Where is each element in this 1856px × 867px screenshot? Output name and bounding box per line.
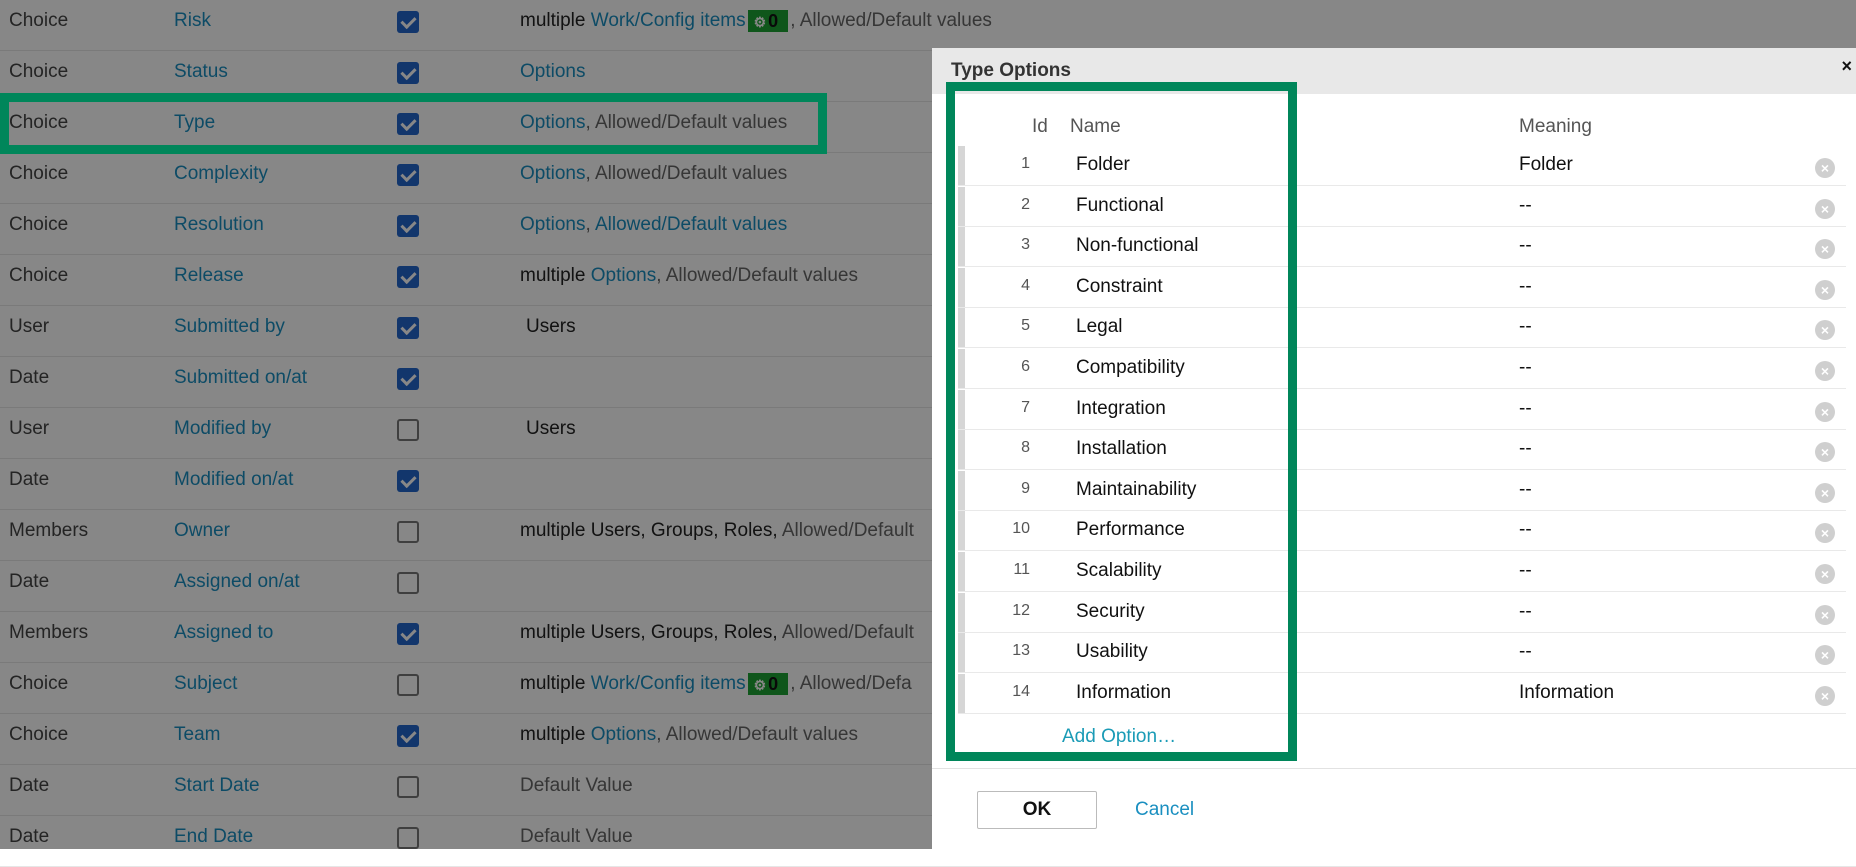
option-meaning[interactable]: -- bbox=[1519, 560, 1532, 582]
delete-option-icon[interactable]: × bbox=[1815, 320, 1835, 341]
delete-option-icon[interactable]: × bbox=[1815, 401, 1835, 422]
option-meaning[interactable]: -- bbox=[1519, 438, 1532, 460]
option-meaning[interactable]: -- bbox=[1519, 276, 1532, 298]
option-meaning[interactable]: -- bbox=[1519, 398, 1532, 420]
option-meaning[interactable]: Folder bbox=[1519, 154, 1573, 176]
option-meaning[interactable]: -- bbox=[1519, 519, 1532, 541]
close-icon[interactable]: × bbox=[1841, 56, 1852, 77]
delete-option-icon[interactable]: × bbox=[1815, 523, 1835, 544]
option-meaning[interactable]: Information bbox=[1519, 682, 1614, 704]
option-meaning[interactable]: -- bbox=[1519, 235, 1532, 257]
delete-option-icon[interactable]: × bbox=[1815, 685, 1835, 706]
cancel-button[interactable]: Cancel bbox=[1135, 799, 1194, 821]
column-header-meaning: Meaning bbox=[1519, 116, 1592, 137]
delete-option-icon[interactable]: × bbox=[1815, 564, 1835, 584]
delete-option-icon[interactable]: × bbox=[1815, 361, 1835, 381]
dialog-footer-divider bbox=[932, 768, 1856, 769]
option-meaning[interactable]: -- bbox=[1519, 195, 1532, 217]
ok-button[interactable]: OK bbox=[977, 791, 1097, 829]
delete-option-icon[interactable]: × bbox=[1815, 482, 1835, 503]
delete-option-icon[interactable]: × bbox=[1815, 645, 1835, 666]
option-meaning[interactable]: -- bbox=[1519, 479, 1532, 501]
dialog-title: Type Options bbox=[951, 60, 1071, 81]
option-meaning[interactable]: -- bbox=[1519, 316, 1532, 338]
highlight-name-column bbox=[946, 82, 1297, 761]
delete-option-icon[interactable]: × bbox=[1815, 442, 1835, 463]
delete-option-icon[interactable]: × bbox=[1815, 604, 1835, 625]
delete-option-icon[interactable]: × bbox=[1815, 158, 1835, 178]
highlight-type-row bbox=[0, 93, 827, 154]
option-meaning[interactable]: -- bbox=[1519, 641, 1532, 663]
delete-option-icon[interactable]: × bbox=[1815, 198, 1835, 219]
type-options-dialog: Type Options × Id Name Meaning 1 Folder Fo… bbox=[932, 48, 1856, 849]
option-meaning[interactable]: -- bbox=[1519, 357, 1532, 379]
delete-option-icon[interactable]: × bbox=[1815, 239, 1835, 260]
delete-option-icon[interactable]: × bbox=[1815, 279, 1835, 300]
option-meaning[interactable]: -- bbox=[1519, 601, 1532, 623]
